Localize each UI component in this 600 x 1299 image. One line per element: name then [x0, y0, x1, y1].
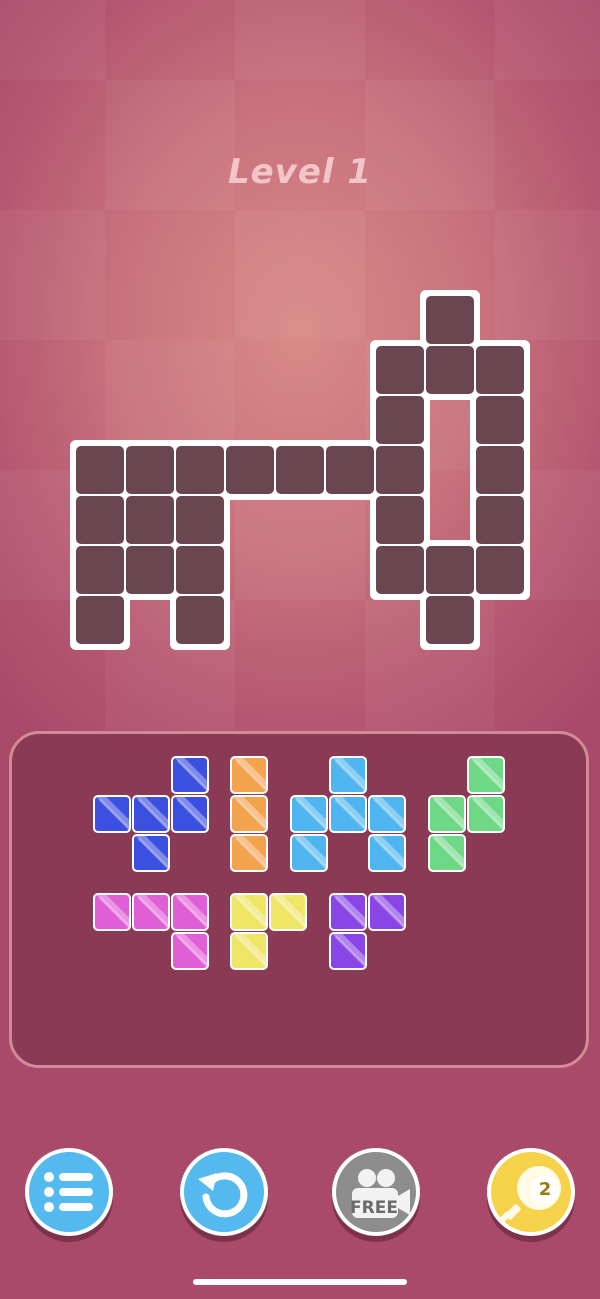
piece-block	[171, 932, 209, 970]
piece-block	[132, 795, 170, 833]
piece-block	[171, 756, 209, 794]
piece-block	[290, 834, 328, 872]
piece-block	[368, 834, 406, 872]
piece-block	[230, 795, 268, 833]
piece-block	[132, 893, 170, 931]
piece-block	[230, 932, 268, 970]
restart-button[interactable]	[180, 1148, 268, 1236]
restart-icon	[198, 1172, 248, 1218]
piece-block	[171, 795, 209, 833]
free-video-button[interactable]: FREE	[332, 1148, 420, 1236]
piece-block	[93, 795, 131, 833]
video-camera-icon	[352, 1169, 410, 1218]
hint-count-badge: 2	[531, 1176, 559, 1204]
piece-block	[368, 893, 406, 931]
piece-block	[230, 756, 268, 794]
piece-block	[230, 893, 268, 931]
piece-block	[329, 795, 367, 833]
home-indicator	[193, 1279, 407, 1285]
pieces-container	[0, 0, 600, 1100]
list-icon	[44, 1172, 93, 1212]
piece-block	[428, 834, 466, 872]
piece-block	[93, 893, 131, 931]
piece-block	[230, 834, 268, 872]
menu-button[interactable]	[25, 1148, 113, 1236]
hint-button[interactable]: 2	[487, 1148, 575, 1236]
piece-block	[329, 756, 367, 794]
piece-block	[171, 893, 209, 931]
piece-block	[368, 795, 406, 833]
piece-block	[290, 795, 328, 833]
piece-block	[467, 756, 505, 794]
piece-block	[329, 893, 367, 931]
piece-block	[467, 795, 505, 833]
piece-block	[269, 893, 307, 931]
free-label: FREE	[350, 1198, 398, 1218]
piece-block	[132, 834, 170, 872]
piece-block	[329, 932, 367, 970]
piece-block	[428, 795, 466, 833]
